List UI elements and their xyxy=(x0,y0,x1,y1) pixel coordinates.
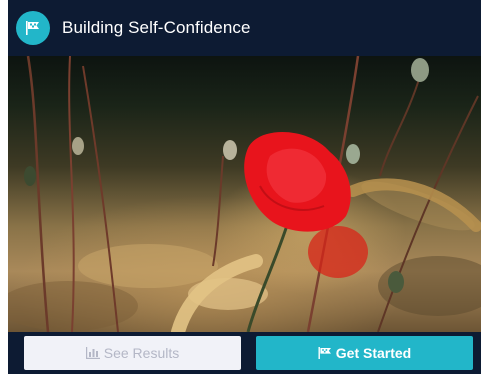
get-started-button[interactable]: Get Started xyxy=(256,336,473,370)
card-footer: See Results Get Started xyxy=(8,332,481,374)
course-card: Building Self-Confidence See Results Get… xyxy=(8,0,481,374)
flag-badge xyxy=(16,11,50,45)
see-results-button[interactable]: See Results xyxy=(24,336,241,370)
get-started-label: Get Started xyxy=(335,345,412,361)
poppy-photo xyxy=(8,56,481,332)
see-results-label: See Results xyxy=(103,345,180,361)
course-image xyxy=(8,56,481,332)
card-title: Building Self-Confidence xyxy=(62,18,251,37)
flag-icon xyxy=(318,347,331,359)
bar-chart-icon xyxy=(85,347,100,359)
flag-icon xyxy=(26,21,39,35)
card-header: Building Self-Confidence xyxy=(8,0,481,56)
